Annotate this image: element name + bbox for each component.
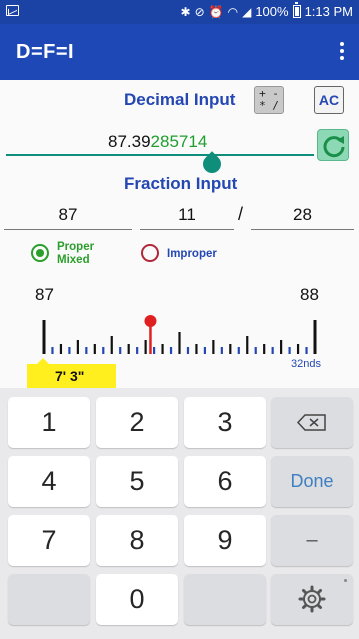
done-key[interactable]: Done <box>271 456 353 507</box>
status-icons: ✱ ⊘ ⏰ ◠ ◢ 100% 1:13 PM <box>180 2 353 19</box>
clock: 1:13 PM <box>304 4 353 19</box>
feet-inches-value: 7' 3" <box>55 368 85 384</box>
all-clear-button[interactable]: AC <box>314 86 344 114</box>
alarm-icon: ⏰ <box>208 4 224 19</box>
denominator-field[interactable]: 28 <box>251 204 354 230</box>
minus-key[interactable]: – <box>271 515 353 566</box>
empty-key-right <box>184 574 266 625</box>
mute-icon: ⊘ <box>194 4 205 19</box>
key-9[interactable]: 9 <box>184 515 266 566</box>
wifi-icon: ◠ <box>227 4 239 19</box>
key-8[interactable]: 8 <box>96 515 178 566</box>
key-6[interactable]: 6 <box>184 456 266 507</box>
proper-mixed-radio[interactable] <box>31 244 49 262</box>
key-0[interactable]: 0 <box>96 574 178 625</box>
improper-label: Improper <box>167 248 217 260</box>
battery-icon <box>292 2 301 18</box>
empty-key-left <box>8 574 90 625</box>
refresh-button[interactable] <box>317 129 349 161</box>
decimal-input-field[interactable]: 87.39285714 <box>6 130 314 156</box>
proper-mixed-label: Proper Mixed <box>57 241 95 266</box>
battery-percent: 100% <box>255 4 289 19</box>
gear-icon <box>298 585 326 613</box>
decimal-input-title: Decimal Input <box>124 90 236 109</box>
key-3[interactable]: 3 <box>184 397 266 448</box>
whole-number-field[interactable]: 87 <box>4 204 132 230</box>
email-icon <box>6 5 19 16</box>
ruler-marker-handle[interactable] <box>144 315 157 327</box>
feet-inches-box: 7' 3" <box>27 358 116 388</box>
app-bar: D=F=I <box>0 24 359 80</box>
fraction-slash: / <box>238 204 244 224</box>
operations-button[interactable]: + - * / <box>254 86 284 114</box>
ruler-unit-label: 32nds <box>291 358 321 370</box>
status-bar: ✱ ⊘ ⏰ ◠ ◢ 100% 1:13 PM <box>0 0 359 24</box>
key-1[interactable]: 1 <box>8 397 90 448</box>
numeric-keyboard: 1 2 3 4 5 6 Done 7 8 9 – 0 <box>0 388 359 639</box>
key-5[interactable]: 5 <box>96 456 178 507</box>
decimal-value-repeating: 285714 <box>150 132 208 151</box>
keyboard-settings-key[interactable] <box>271 574 353 625</box>
signal-icon: ◢ <box>242 4 252 19</box>
app-title: D=F=I <box>16 41 75 63</box>
ruler-left-label: 87 <box>35 285 54 304</box>
backspace-key[interactable] <box>271 397 353 448</box>
backspace-icon <box>297 414 326 431</box>
improper-radio[interactable] <box>141 244 159 262</box>
operations-bottom-label: * / <box>259 99 279 112</box>
ruler-right-label: 88 <box>300 285 319 304</box>
fraction-input-title: Fraction Input <box>124 174 238 193</box>
key-2[interactable]: 2 <box>96 397 178 448</box>
decimal-value-whole: 87.39 <box>108 132 151 151</box>
key-4[interactable]: 4 <box>8 456 90 507</box>
key-7[interactable]: 7 <box>8 515 90 566</box>
bluetooth-icon: ✱ <box>180 4 191 19</box>
overflow-menu-icon[interactable] <box>339 42 345 62</box>
numerator-field[interactable]: 11 <box>140 204 234 230</box>
refresh-icon <box>323 136 345 158</box>
